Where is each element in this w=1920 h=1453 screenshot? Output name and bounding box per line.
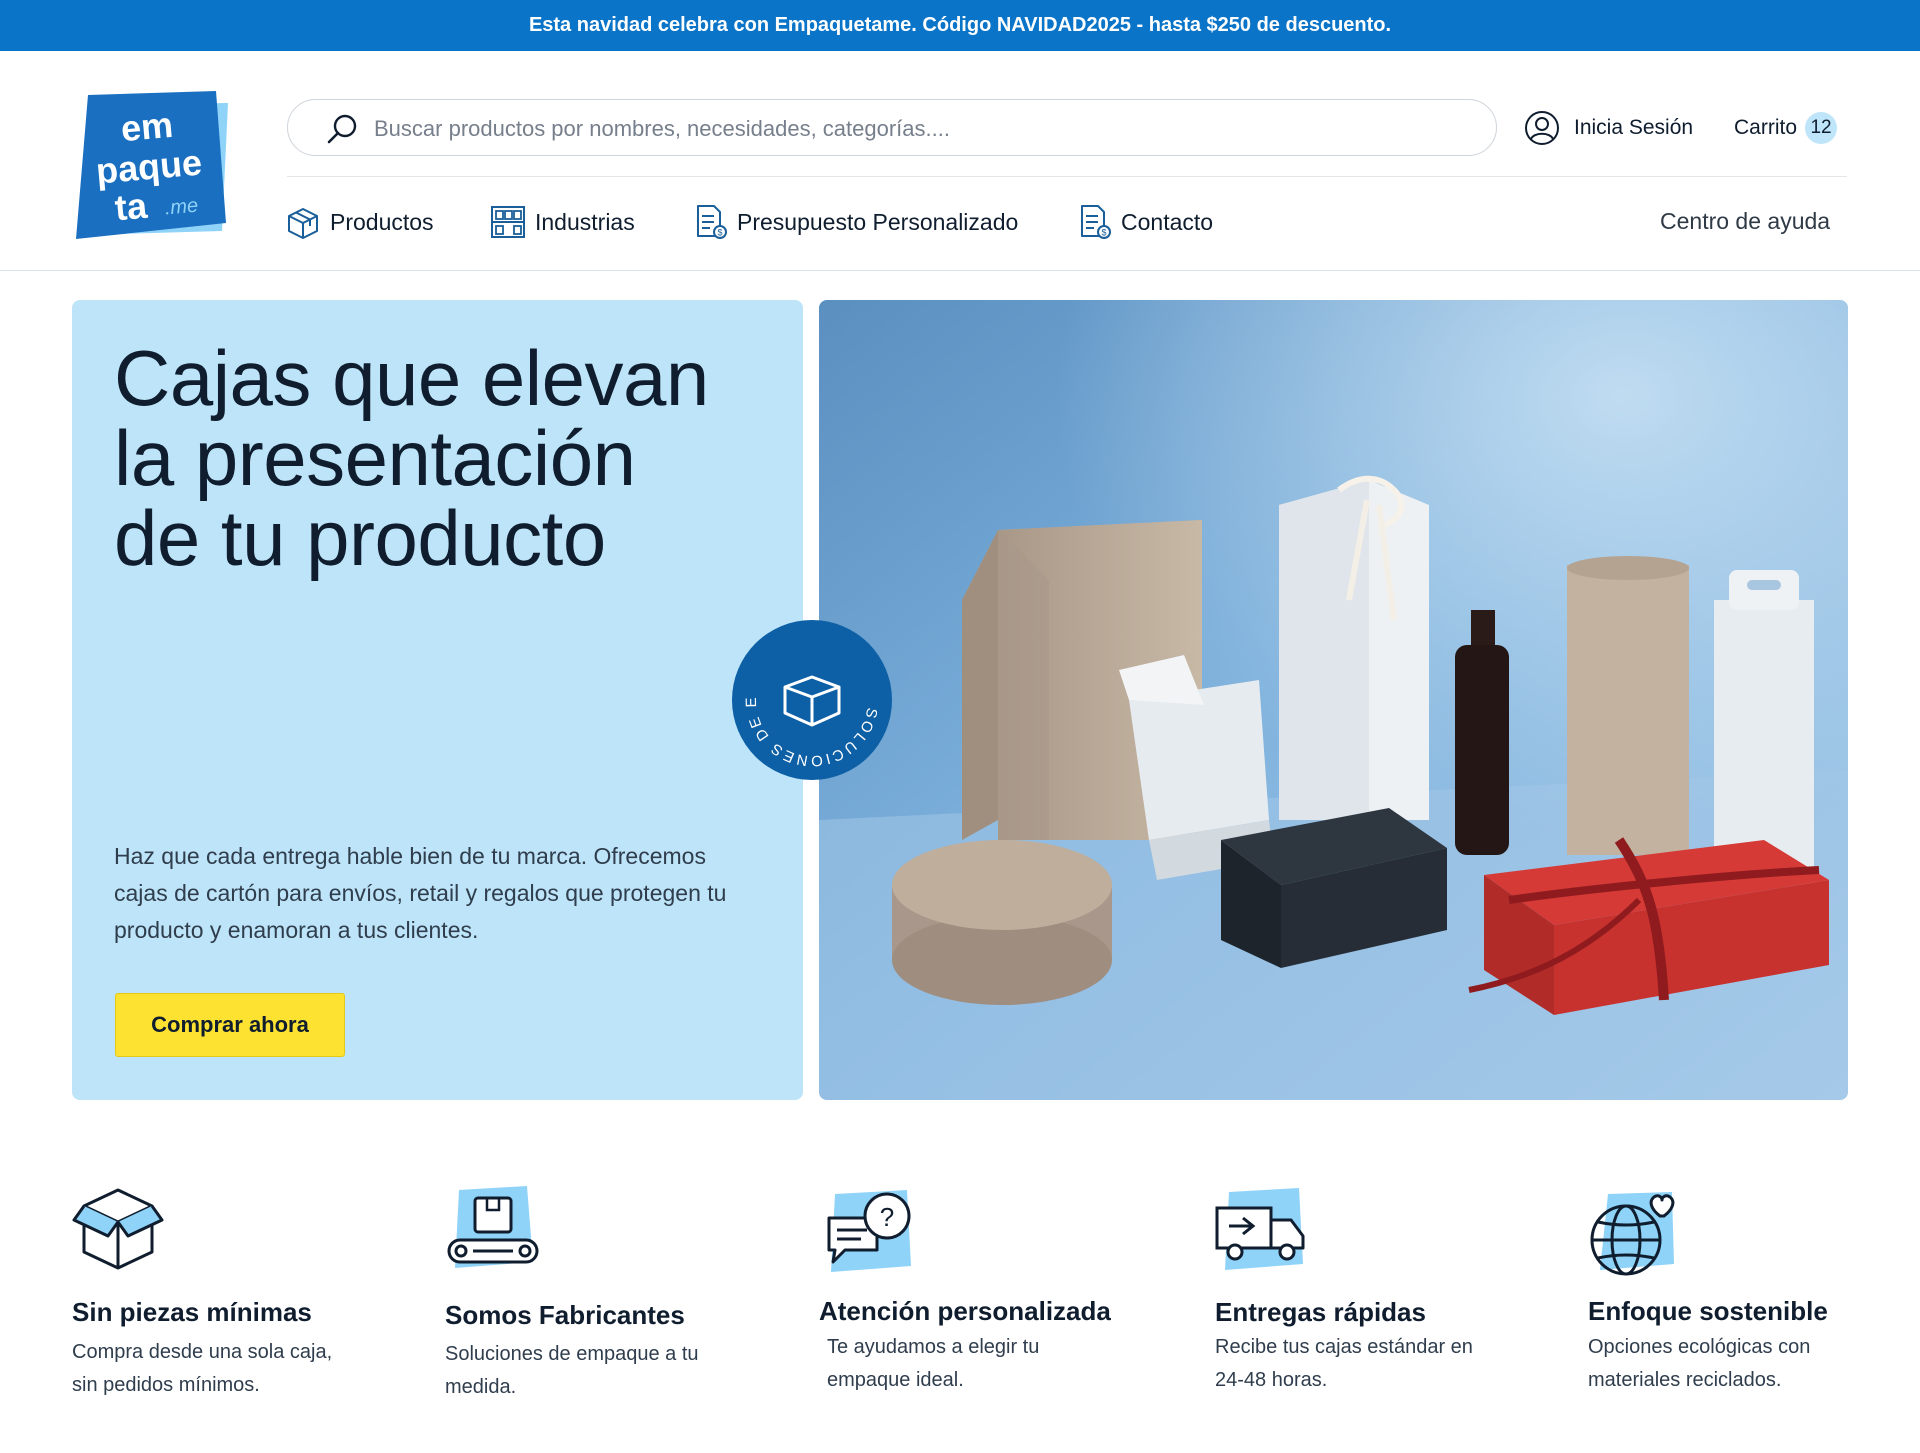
hero-product-image [819,300,1848,1100]
feature-title: Somos Fabricantes [445,1300,685,1330]
shop-now-button[interactable]: Comprar ahora [115,993,345,1057]
feature-title: Enfoque sostenible [1588,1296,1828,1326]
warehouse-icon [491,206,525,238]
nav-item-industrias[interactable]: Industrias [490,202,635,242]
nav-item-contacto[interactable]: $ Contacto [1076,202,1213,242]
search-icon [327,114,357,144]
contact-document-icon: $ [1081,205,1111,239]
cart-label: Carrito [1734,116,1798,139]
nav-label-presupuesto: Presupuesto Personalizado [737,208,1019,235]
empaquetame-logo[interactable]: em paque ta .me [70,89,232,243]
feature-text: Soluciones de empaque a tu medida. [445,1343,699,1398]
svg-text:$: $ [717,228,722,238]
cart-button[interactable]: Carrito 12 [1734,112,1838,144]
search-input[interactable] [372,110,1466,148]
feature-text: Te ayudamos a elegir tu empaque ideal. [827,1336,1040,1391]
quote-document-icon: $ [697,205,727,239]
promo-banner: Esta navidad celebra con Empaquetame. Có… [0,0,1920,51]
nav-label-productos: Productos [330,208,434,235]
help-center-link[interactable]: Centro de ayuda [1660,208,1830,235]
open-box-icon [72,1188,164,1270]
nav-item-productos[interactable]: Productos [285,202,434,242]
svg-text:$: $ [1101,228,1106,238]
login-label: Inicia Sesión [1574,116,1694,139]
nav-item-presupuesto[interactable]: $ Presupuesto Personalizado [692,202,1018,242]
svg-text:?: ? [880,1202,894,1232]
search-bar[interactable] [287,99,1497,156]
feature-title: Atención personalizada [819,1296,1111,1326]
login-link[interactable]: Inicia Sesión [1524,110,1693,146]
header-bottom-border [0,270,1920,271]
globe-heart-icon [1590,1192,1675,1276]
feature-text: Compra desde una sola caja, sin pedidos … [72,1341,333,1396]
hero-description: Haz que cada entrega hable bien de tu ma… [114,843,727,943]
conveyor-icon [447,1186,539,1268]
nav-label-contacto: Contacto [1121,208,1214,235]
chat-question-icon: ? [827,1190,911,1272]
nav-label-industrias: Industrias [535,208,635,235]
header-divider [287,176,1847,177]
feature-text: Recibe tus cajas estándar en 24-48 horas… [1215,1336,1473,1391]
feature-title: Entregas rápidas [1215,1297,1426,1327]
feature-title: Sin piezas mínimas [72,1297,312,1327]
cart-count-badge: 12 [1805,112,1838,144]
svg-text:.me: .me [164,195,199,220]
hero-title-line-2: la presentación [114,414,636,502]
delivery-truck-icon [1215,1188,1305,1270]
custom-packaging-seal: SOLUCIONES DE EMPAQUE A TU MEDIDA [731,619,892,780]
promo-text: Esta navidad celebra con Empaquetame. Có… [528,14,1392,36]
box-icon [288,208,318,239]
hero-title-line-3: de tu producto [114,494,606,582]
svg-text:ta: ta [113,185,149,229]
hero-title-line-1: Cajas que elevan [114,334,709,422]
feature-text: Opciones ecológicas con materiales recic… [1588,1336,1811,1391]
user-icon [1525,111,1559,145]
svg-text:em: em [119,104,174,149]
hero-title: Cajas que elevan la presentación de tu p… [114,338,754,578]
